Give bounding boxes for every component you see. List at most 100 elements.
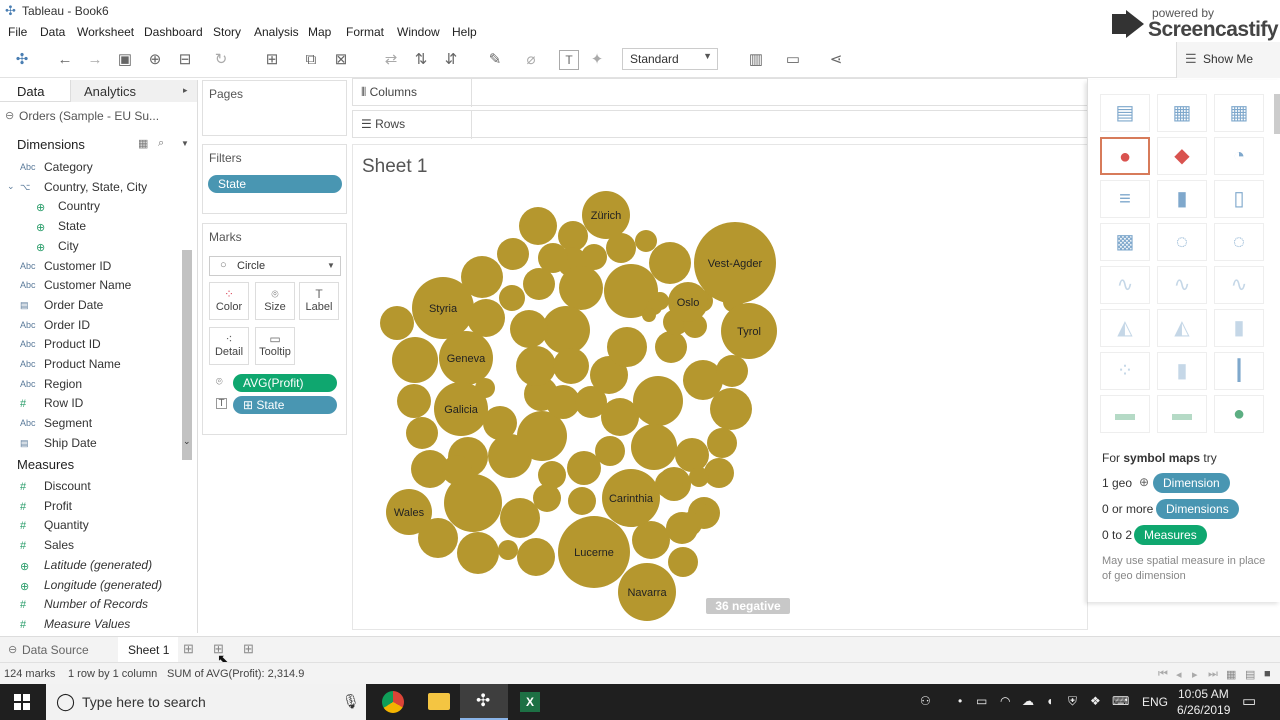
bubble-mark[interactable] (710, 388, 752, 430)
negative-values-indicator[interactable]: 36 negative (706, 598, 790, 614)
bubble-mark[interactable] (655, 331, 687, 363)
show-me-packed-bubbles[interactable]: ● (1214, 395, 1264, 433)
language-indicator[interactable]: ENG (1142, 695, 1168, 709)
field-order-date[interactable]: Order Date (44, 298, 103, 312)
field-city[interactable]: City (58, 239, 79, 253)
expand-hierarchy-icon[interactable]: ⌄ (7, 181, 15, 192)
show-me-gantt-chart[interactable]: ▬ (1100, 395, 1150, 433)
bubble-mark[interactable] (516, 346, 556, 386)
show-me-stacked-bars[interactable]: ▮ (1157, 180, 1207, 218)
bubble-mark[interactable] (442, 455, 472, 485)
show-me-line-continuous[interactable]: ∿ (1100, 266, 1150, 304)
filmstrip-view-icon[interactable]: ▤ (1245, 668, 1255, 681)
bubble-mark[interactable] (675, 438, 709, 472)
redo-icon[interactable]: → (85, 50, 105, 70)
bubble-mark[interactable] (510, 310, 548, 348)
tab-analytics[interactable]: Analytics ▸ (70, 80, 197, 102)
clear-sheet-icon[interactable]: ⊠ (331, 50, 351, 70)
field-measure-values[interactable]: Measure Values (44, 617, 130, 631)
bubble-mark[interactable] (523, 268, 555, 300)
refresh-icon[interactable]: ↻ (211, 50, 231, 70)
bubble-mark[interactable] (519, 207, 557, 245)
marks-tooltip-button[interactable]: ▭ Tooltip (255, 327, 295, 365)
tableau-app-icon[interactable]: ✣ (460, 684, 508, 720)
marks-pill-state[interactable]: ⊞ State (233, 396, 337, 414)
field-profit[interactable]: Profit (44, 499, 72, 513)
field-country[interactable]: Country (58, 199, 100, 213)
datasource-name[interactable]: Orders (Sample - EU Su... (19, 109, 159, 123)
bubble-mark[interactable] (392, 337, 438, 383)
volume-icon[interactable]: ◖ (1046, 694, 1053, 708)
show-me-filled-map[interactable]: ◆ (1157, 137, 1207, 175)
field-sales[interactable]: Sales (44, 538, 74, 552)
rows-shelf[interactable]: ☰ Rows (352, 110, 1088, 139)
wifi-icon[interactable]: ◠ (1000, 694, 1010, 708)
bubble-mark[interactable] (498, 540, 518, 560)
fit-select[interactable]: Standard ▼ (622, 48, 718, 70)
bubble-mark[interactable] (517, 538, 555, 576)
field-category[interactable]: Category (44, 160, 93, 174)
show-me-side-by-side-bars[interactable]: ▯ (1214, 180, 1264, 218)
bubble-mark[interactable] (546, 385, 580, 419)
field-order-id[interactable]: Order ID (44, 318, 90, 332)
pages-shelf[interactable]: Pages (202, 80, 347, 136)
bubble-mark[interactable] (689, 467, 709, 487)
bubble-mark[interactable] (632, 521, 670, 559)
show-me-line-discrete[interactable]: ∿ (1157, 266, 1207, 304)
duplicate-sheet-icon[interactable]: ⧉ (301, 50, 321, 70)
tableau-home-icon[interactable]: ✣ (12, 50, 32, 70)
show-me-scatter-plot[interactable]: ⁘ (1100, 352, 1150, 390)
bubble-mark[interactable] (397, 384, 431, 418)
show-me-text-table[interactable]: ▤ (1100, 94, 1150, 132)
marks-detail-button[interactable]: ⁖ Detail (209, 327, 249, 365)
windows-start-icon[interactable] (14, 694, 30, 710)
nav-last-icon[interactable]: ⏭ (1208, 668, 1218, 681)
field-customer-name[interactable]: Customer Name (44, 278, 131, 292)
tab-sheet-1[interactable]: Sheet 1 (118, 637, 178, 662)
new-worksheet-icon[interactable]: ⊞ (262, 50, 282, 70)
show-me-button[interactable]: ☰ Show Me (1176, 42, 1280, 78)
bubble-mark[interactable] (704, 458, 734, 488)
menu-map[interactable]: Map (308, 25, 331, 39)
marks-color-button[interactable]: ⁘ Color (209, 282, 249, 320)
bubble-mark[interactable] (668, 547, 698, 577)
security-icon[interactable]: ⛨ (1068, 694, 1077, 709)
bubble-mark[interactable] (559, 266, 603, 310)
show-me-box-and-whisker[interactable]: ┃ (1214, 352, 1264, 390)
file-explorer-icon[interactable] (428, 693, 450, 710)
nav-prev-icon[interactable]: ◂ (1176, 668, 1182, 681)
pin-icon[interactable]: ✦ (587, 50, 607, 70)
bubble-mark[interactable] (568, 487, 596, 515)
bubble-mark[interactable] (649, 242, 691, 284)
notifications-icon[interactable]: ▭ (1242, 692, 1256, 710)
microphone-icon[interactable]: 🎙 (342, 693, 360, 710)
field-row-id[interactable]: Row ID (44, 396, 83, 410)
clock-date[interactable]: 6/26/2019 (1177, 703, 1230, 717)
packed-bubbles[interactable]: Zürich Vest-Agder Styria Oslo Tyrol Geneva Gal… (352, 180, 812, 624)
show-me-dual-lines[interactable]: ∿ (1214, 266, 1264, 304)
menu-window[interactable]: Window (397, 25, 440, 39)
sort-ascending-icon[interactable]: ⇅ (411, 50, 431, 70)
presentation-mode-icon[interactable]: ▭ (783, 50, 803, 70)
bubble-mark[interactable] (716, 355, 748, 387)
show-me-bullet-graph[interactable]: ▬ (1157, 395, 1207, 433)
field-region[interactable]: Region (44, 377, 82, 391)
show-labels-icon[interactable]: T (559, 50, 579, 70)
bubble-mark[interactable] (581, 244, 607, 270)
marks-pill-avg-profit[interactable]: AVG(Profit) (233, 374, 337, 392)
new-worksheet-tab-icon[interactable]: ⊞ (183, 641, 194, 657)
highlight-icon[interactable]: ✎ (485, 50, 505, 70)
bubble-mark[interactable] (635, 230, 657, 252)
show-me-side-by-side-circles[interactable]: ◌ (1214, 223, 1264, 261)
tab-data-source[interactable]: Data Source (22, 643, 89, 657)
new-story-tab-icon[interactable]: ⊞ (243, 641, 254, 657)
bubble-mark[interactable] (642, 308, 656, 322)
bubble-mark[interactable] (553, 348, 589, 384)
nav-next-icon[interactable]: ▸ (1192, 668, 1198, 681)
filter-pill-state[interactable]: State (208, 175, 342, 193)
bubble-mark[interactable] (500, 498, 540, 538)
show-me-symbol-map[interactable]: ● (1100, 137, 1150, 175)
show-me-area-discrete[interactable]: ◭ (1157, 309, 1207, 347)
field-customer-id[interactable]: Customer ID (44, 259, 111, 273)
chrome-app-icon[interactable] (382, 691, 404, 713)
